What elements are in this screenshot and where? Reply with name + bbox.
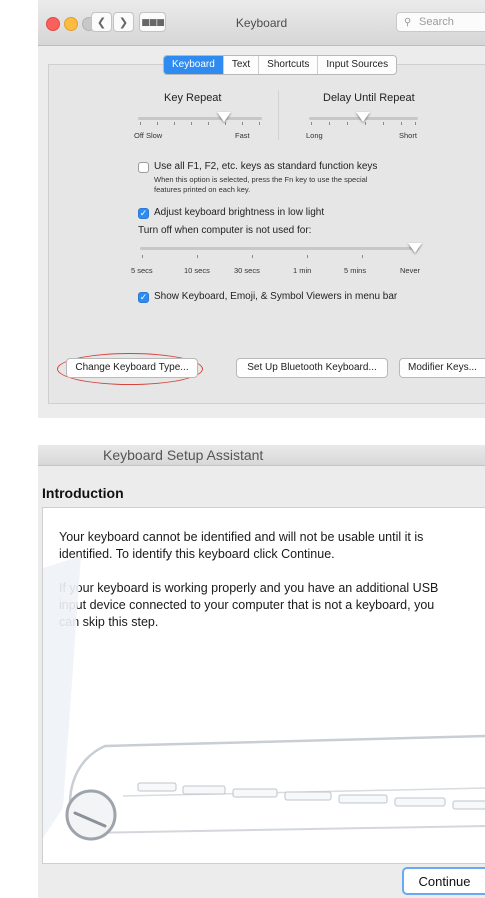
tick-label: 5 mins <box>344 266 367 275</box>
setup-bluetooth-keyboard-button[interactable]: Set Up Bluetooth Keyboard... <box>236 358 388 378</box>
slider-thumb[interactable] <box>408 243 422 253</box>
slider-tick <box>252 255 253 258</box>
keyboard-end-cap <box>65 789 117 841</box>
slider-tick <box>383 122 384 125</box>
slider-tick <box>347 122 348 125</box>
turn-off-slider[interactable] <box>140 242 422 258</box>
key-repeat-max-label: Fast <box>235 131 250 140</box>
function-keys-checkbox[interactable] <box>138 162 149 173</box>
delay-min-label: Long <box>306 131 323 140</box>
key <box>284 791 332 801</box>
function-keys-note: features printed on each key. <box>154 185 251 194</box>
title-bar: ❮ ❯ ■■■ Keyboard ⚲ Search <box>38 0 485 46</box>
modifier-keys-button[interactable]: Modifier Keys... <box>399 358 485 378</box>
tick-label: 10 secs <box>184 266 210 275</box>
slider-track <box>138 117 262 120</box>
change-keyboard-type-button[interactable]: Change Keyboard Type... <box>66 358 198 378</box>
keyboard-outline <box>68 734 485 829</box>
keyboard-preferences-window: ❮ ❯ ■■■ Keyboard ⚲ Search Keyboard Text … <box>38 0 485 418</box>
key <box>182 785 226 795</box>
tab-text[interactable]: Text <box>224 56 260 74</box>
checkmark-icon: ✓ <box>139 209 148 219</box>
keyboard-base-line <box>82 825 485 834</box>
slider-tick <box>225 122 226 125</box>
tab-shortcuts[interactable]: Shortcuts <box>259 56 319 74</box>
slider-thumb[interactable] <box>356 112 370 122</box>
slider-tick <box>307 255 308 258</box>
slider-tick <box>242 122 243 125</box>
slider-tick <box>157 122 158 125</box>
key <box>137 782 177 792</box>
tick-label: 5 secs <box>131 266 153 275</box>
slider-tick <box>401 122 402 125</box>
tab-bar: Keyboard Text Shortcuts Input Sources <box>163 55 398 75</box>
search-field[interactable]: ⚲ Search <box>396 12 485 32</box>
turn-off-label: Turn off when computer is not used for: <box>138 225 312 236</box>
key <box>452 800 485 810</box>
key <box>232 788 278 798</box>
function-keys-label: Use all F1, F2, etc. keys as standard fu… <box>154 161 378 172</box>
continue-button[interactable]: Continue <box>402 867 485 895</box>
slider-tick <box>197 255 198 258</box>
slider-tick <box>191 122 192 125</box>
key <box>394 797 446 807</box>
slider-tick <box>208 122 209 125</box>
delay-max-label: Short <box>399 131 417 140</box>
viewers-label: Show Keyboard, Emoji, & Symbol Viewers i… <box>154 291 398 302</box>
search-placeholder: Search <box>419 16 454 28</box>
tab-input-sources[interactable]: Input Sources <box>318 56 396 74</box>
window-title: Keyboard Setup Assistant <box>103 447 264 463</box>
slider-tick <box>142 255 143 258</box>
slider-tick <box>365 122 366 125</box>
tick-label: 1 min <box>293 266 312 275</box>
delay-until-repeat-slider[interactable] <box>309 112 418 126</box>
slider-thumb[interactable] <box>217 112 231 122</box>
slider-tick <box>329 122 330 125</box>
title-bar: Keyboard Setup Assistant <box>38 445 485 466</box>
viewers-checkbox[interactable]: ✓ <box>138 292 149 303</box>
tick-label: 30 secs <box>234 266 260 275</box>
slider-tick <box>311 122 312 125</box>
slider-tick <box>140 122 141 125</box>
content-panel: Your keyboard cannot be identified and w… <box>42 507 485 864</box>
function-keys-note: When this option is selected, press the … <box>154 175 368 184</box>
brightness-label: Adjust keyboard brightness in low light <box>154 207 325 218</box>
slider-tick <box>259 122 260 125</box>
key-repeat-min-label: Off Slow <box>134 131 163 140</box>
key <box>338 794 388 804</box>
divider <box>278 90 279 140</box>
tab-keyboard[interactable]: Keyboard <box>164 56 224 74</box>
tick-label: Never <box>400 266 421 275</box>
brightness-checkbox[interactable]: ✓ <box>138 208 149 219</box>
slider-tick <box>415 122 416 125</box>
key-repeat-slider[interactable] <box>138 112 262 126</box>
key-repeat-label: Key Repeat <box>164 92 222 104</box>
slider-track <box>140 247 419 250</box>
keyboard-illustration <box>43 556 485 841</box>
search-icon: ⚲ <box>404 17 412 28</box>
slider-tick <box>362 255 363 258</box>
section-heading: Introduction <box>42 485 124 501</box>
keyboard-setup-assistant-window: Keyboard Setup Assistant Introduction Yo… <box>38 445 485 898</box>
slider-tick <box>174 122 175 125</box>
checkmark-icon: ✓ <box>139 293 148 303</box>
delay-until-repeat-label: Delay Until Repeat <box>323 92 415 104</box>
